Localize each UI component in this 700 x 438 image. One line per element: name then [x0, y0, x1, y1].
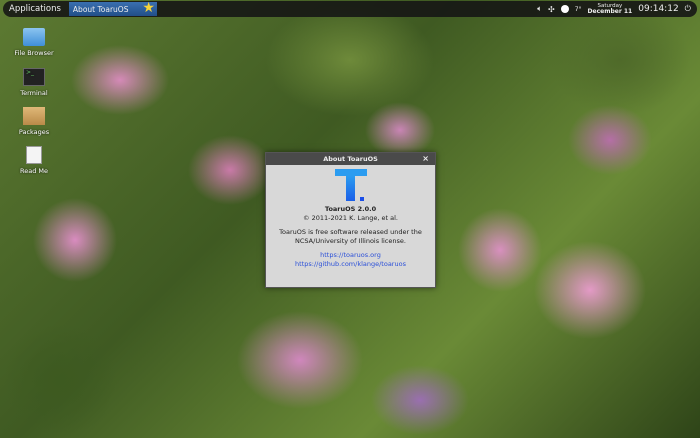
- taskbar-item-about[interactable]: About ToaruOS ★: [68, 0, 157, 16]
- website-link[interactable]: https://toaruos.org: [266, 251, 435, 260]
- terminal-icon: >_: [23, 68, 45, 86]
- desktop-readme[interactable]: Read Me: [10, 146, 58, 175]
- dialog-titlebar[interactable]: About ToaruOS ×: [266, 153, 435, 165]
- toaruos-logo: [334, 169, 367, 203]
- weather-icon[interactable]: [560, 5, 569, 13]
- icon-label: Packages: [18, 128, 50, 136]
- package-icon: [23, 107, 45, 125]
- task-label: About ToaruOS: [72, 4, 129, 14]
- icon-label: Terminal: [20, 89, 48, 97]
- clock[interactable]: 09:14:12: [638, 4, 678, 14]
- icon-label: Read Me: [19, 167, 48, 175]
- applications-menu[interactable]: Applications: [3, 4, 69, 14]
- github-link[interactable]: https://github.com/klange/toaruos: [266, 260, 435, 269]
- date[interactable]: Saturday December 11: [588, 3, 633, 15]
- temperature: 7°: [574, 5, 582, 13]
- folder-icon: [23, 28, 45, 46]
- icon-label: File Browser: [14, 49, 54, 57]
- network-icon[interactable]: ✣: [548, 5, 555, 14]
- system-tray: 🔈︎ ✣ 7° Saturday December 11 09:14:12 ⏻: [537, 3, 697, 15]
- power-icon[interactable]: ⏻: [685, 4, 691, 14]
- desktop-terminal[interactable]: >_ Terminal: [10, 68, 58, 97]
- close-icon[interactable]: ×: [422, 153, 429, 165]
- about-dialog: About ToaruOS × ToaruOS 2.0.0 © 2011-2021…: [265, 152, 436, 288]
- license-line-1: ToaruOS is free software released under …: [279, 228, 422, 236]
- desktop-file-browser[interactable]: File Browser: [10, 28, 58, 57]
- copyright: © 2011-2021 K. Lange, et al.: [303, 214, 398, 222]
- star-icon: ★: [142, 0, 155, 16]
- volume-icon[interactable]: 🔈︎: [537, 4, 542, 14]
- date-text: December 11: [587, 8, 633, 15]
- os-version: ToaruOS 2.0.0: [324, 205, 377, 213]
- license-line-2: NCSA/University of Illinois license.: [295, 237, 406, 245]
- document-icon: [26, 146, 42, 164]
- top-panel: Applications About ToaruOS ★ 🔈︎ ✣ 7° Satu…: [3, 1, 697, 17]
- desktop-packages[interactable]: Packages: [10, 107, 58, 136]
- dialog-title: About ToaruOS: [323, 155, 378, 163]
